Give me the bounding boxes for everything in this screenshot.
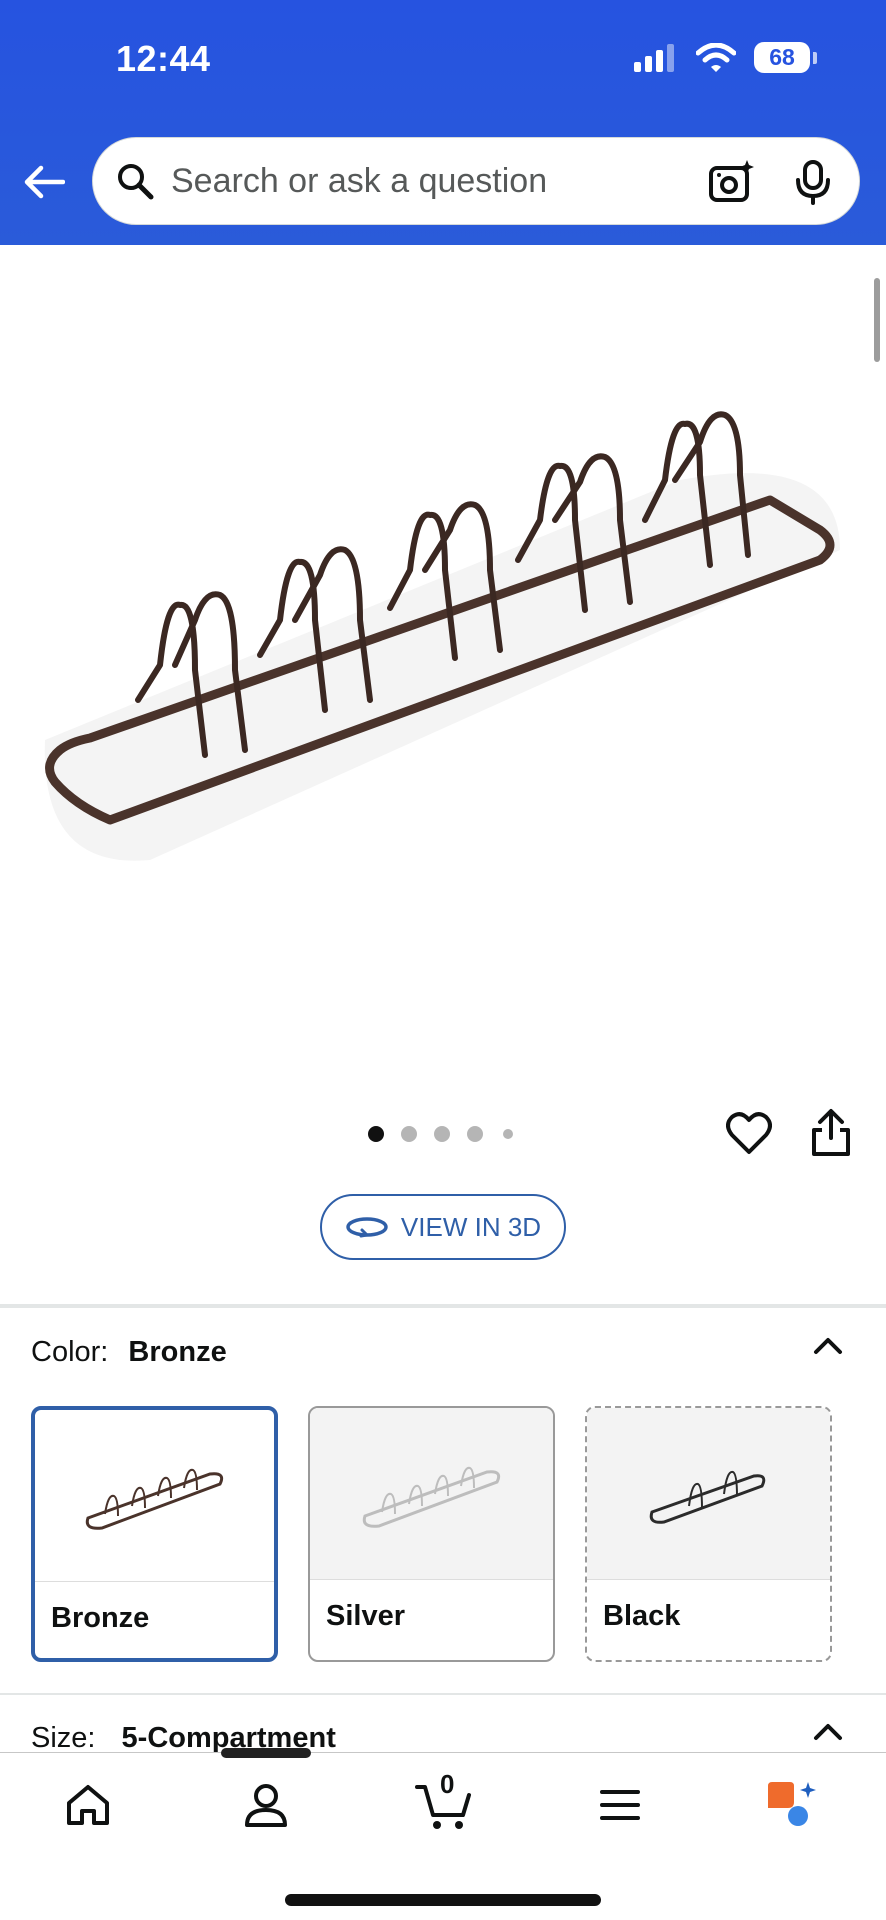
drag-handle[interactable] <box>221 1748 311 1758</box>
nav-home[interactable] <box>58 1775 118 1835</box>
swatch-name: Silver <box>326 1600 405 1632</box>
cart-count: 0 <box>440 1769 455 1799</box>
nav-menu[interactable] <box>590 1775 650 1835</box>
swatch-name: Bronze <box>51 1602 150 1634</box>
search-bar[interactable] <box>92 137 860 225</box>
swatch-image <box>310 1408 553 1580</box>
color-option-black[interactable]: Black <box>585 1406 832 1662</box>
nav-account[interactable] <box>236 1775 296 1835</box>
size-label: Size: <box>31 1722 96 1754</box>
header: 12:44 68 <box>0 0 886 245</box>
signal-icon <box>634 43 674 72</box>
product-image[interactable] <box>30 370 850 890</box>
color-option-bronze[interactable]: Bronze <box>31 1406 278 1662</box>
hamburger-menu-icon <box>600 1790 640 1820</box>
pagination-dot[interactable] <box>401 1126 417 1142</box>
color-selector-header[interactable]: Color: Bronze <box>31 1336 227 1369</box>
pagination-dot[interactable] <box>467 1126 483 1142</box>
bottom-navigation: 0 <box>0 1748 886 1920</box>
microphone-icon[interactable] <box>789 158 837 206</box>
view-in-3d-button[interactable]: VIEW IN 3D <box>320 1194 566 1260</box>
scrollbar[interactable] <box>874 278 880 362</box>
bike-rack-illustration <box>44 411 841 861</box>
chevron-up-icon[interactable] <box>810 1328 846 1364</box>
status-time: 12:44 <box>116 38 211 79</box>
nav-cart[interactable]: 0 <box>414 1769 474 1835</box>
heart-icon[interactable] <box>726 1111 772 1157</box>
rufus-ai-icon <box>768 1782 816 1826</box>
search-input[interactable] <box>171 161 671 201</box>
share-icon[interactable] <box>808 1108 854 1158</box>
section-divider <box>0 1693 886 1695</box>
home-indicator <box>285 1894 601 1906</box>
chevron-up-icon[interactable] <box>810 1714 846 1750</box>
color-option-silver[interactable]: Silver <box>308 1406 555 1662</box>
image-pagination[interactable] <box>368 1126 513 1142</box>
rotate-3d-icon <box>346 1217 388 1238</box>
swatch-name: Black <box>603 1600 681 1632</box>
section-divider <box>0 1304 886 1308</box>
swatch-image <box>35 1410 274 1582</box>
color-value: Bronze <box>128 1336 227 1368</box>
pagination-dot[interactable] <box>434 1126 450 1142</box>
camera-sparkle-icon[interactable] <box>707 158 755 206</box>
arrow-left-icon <box>24 165 65 199</box>
status-icons: 68 <box>634 42 817 73</box>
pagination-dot[interactable] <box>368 1126 384 1142</box>
back-button[interactable] <box>22 160 66 204</box>
color-options: Bronze Silver Black <box>31 1406 832 1662</box>
nav-rufus[interactable] <box>762 1775 822 1835</box>
view-in-3d-label: VIEW IN 3D <box>400 1211 542 1242</box>
pagination-dot[interactable] <box>503 1129 513 1139</box>
battery-indicator: 68 <box>754 42 817 73</box>
color-label: Color: <box>31 1336 109 1368</box>
search-icon <box>113 159 157 203</box>
wifi-icon <box>696 42 736 72</box>
home-icon <box>67 1785 109 1825</box>
person-icon <box>245 1784 287 1827</box>
swatch-image <box>587 1408 830 1580</box>
